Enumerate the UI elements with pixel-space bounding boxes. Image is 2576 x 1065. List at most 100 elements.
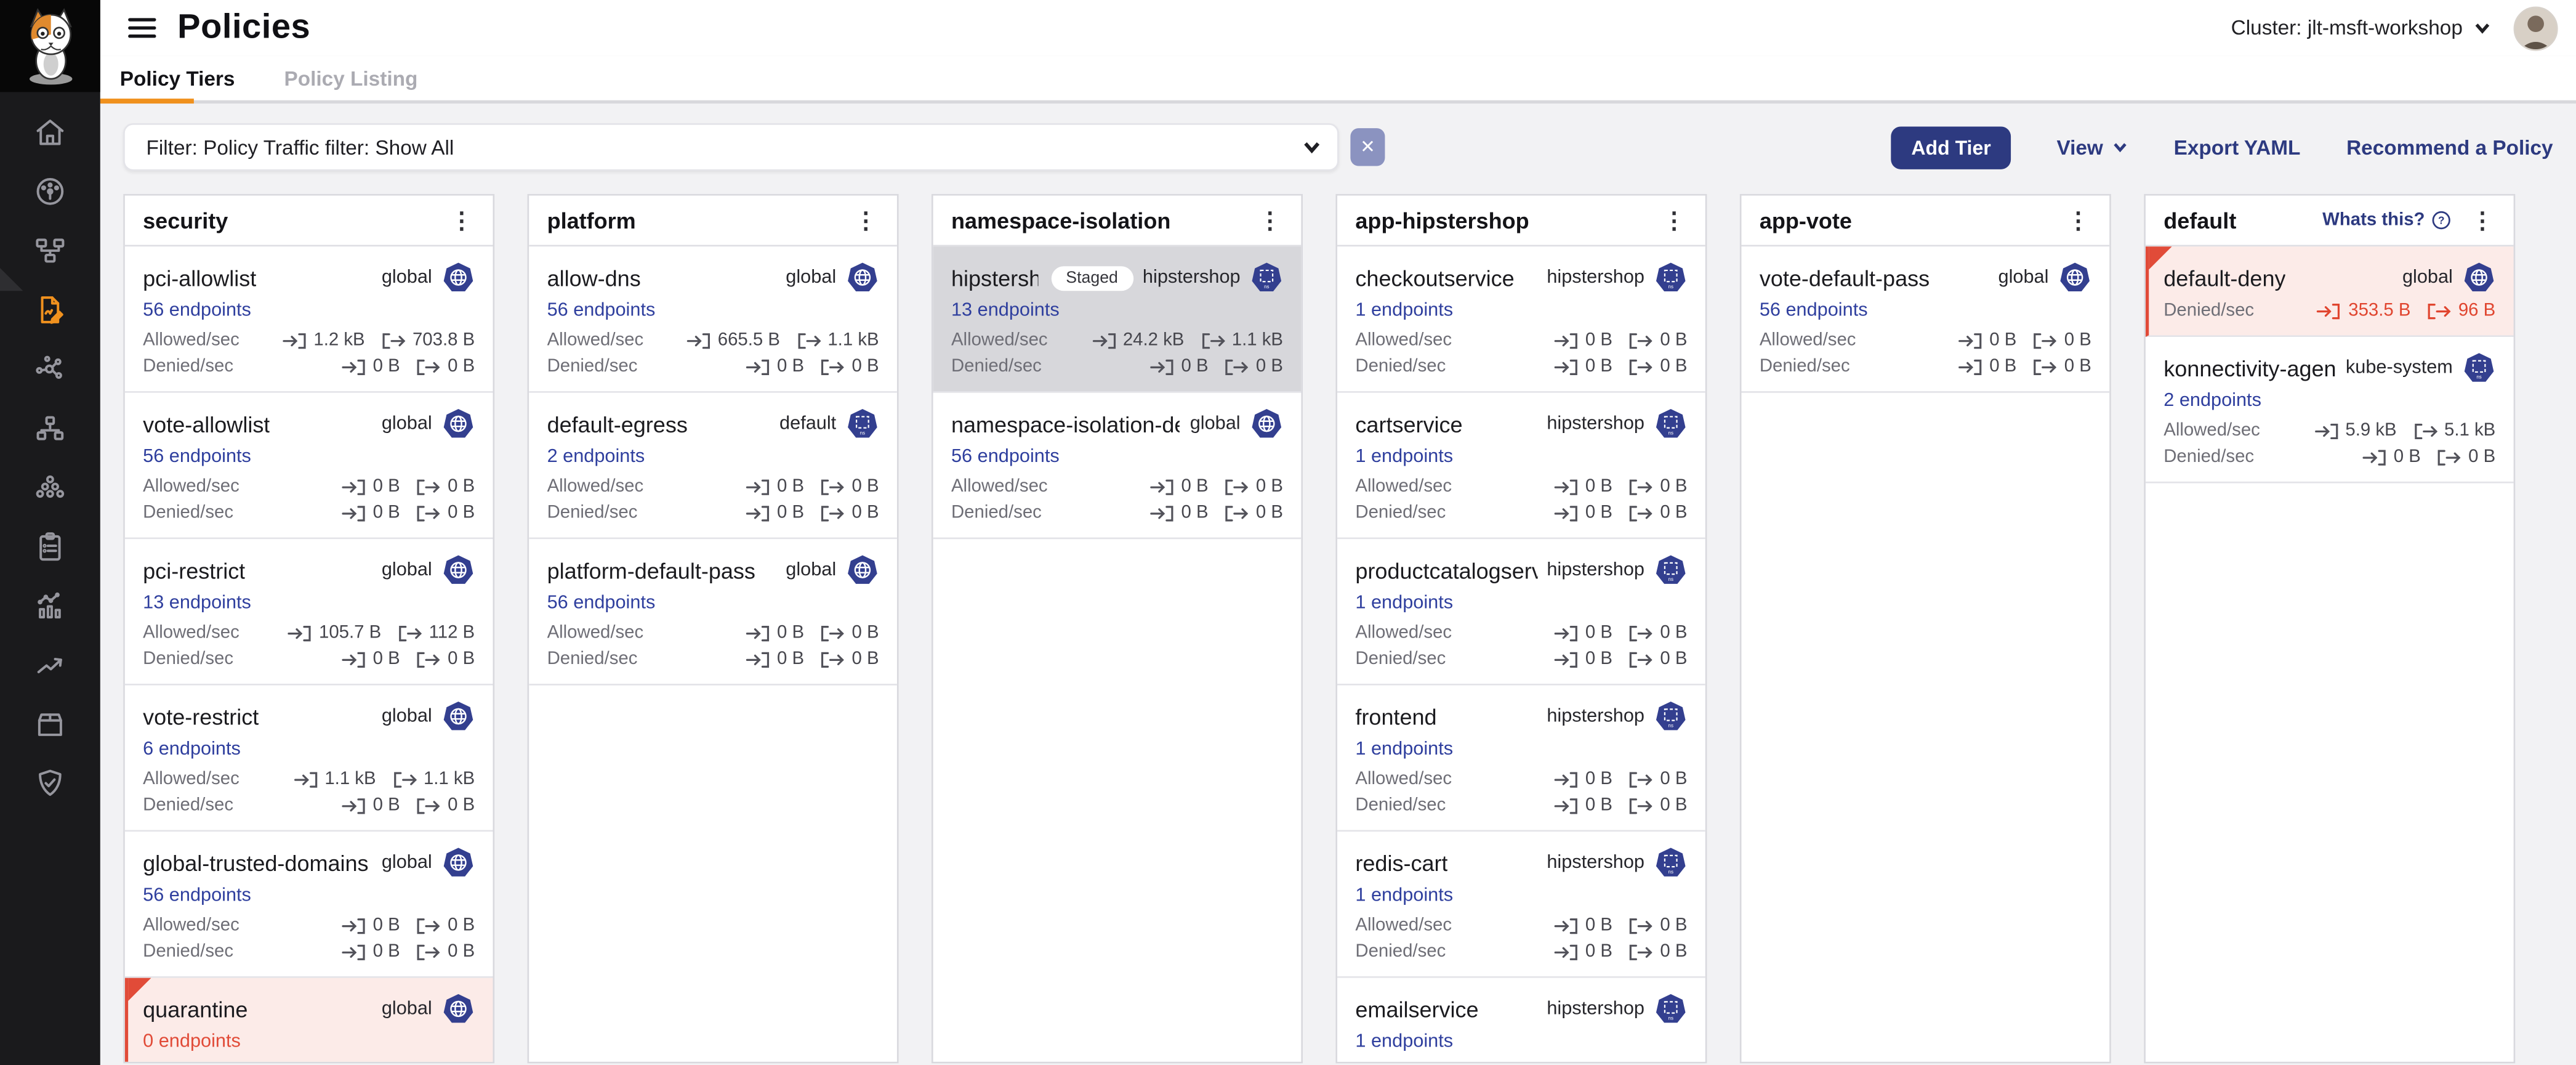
sidebar-item-policies[interactable] [0,280,100,339]
denied-value: 0 B [2468,447,2495,467]
policy-title-row: vote-allowlistglobal [143,408,475,440]
policy-card-quarantine[interactable]: quarantineglobal0 endpoints [125,978,493,1064]
endpoints-link[interactable]: 0 endpoints [143,1032,241,1052]
endpoints-link[interactable]: 56 endpoints [143,301,251,320]
allowed-value: 0 B [1585,1062,1612,1064]
sidebar-item-home[interactable] [0,102,100,161]
endpoints-link[interactable]: 1 endpoints [1355,301,1453,320]
allowed-ingress: 0 B [1554,623,1612,642]
ingress-icon [1554,624,1585,642]
endpoints-link[interactable]: 56 endpoints [951,447,1060,467]
policy-card-konnectivity-agent[interactable]: konnectivity-agentkube-systemns2 endpoin… [2146,337,2514,483]
allowed-label: Allowed/sec [951,330,1048,350]
endpoints-link[interactable]: 1 endpoints [1355,740,1453,759]
sidebar-item-dashboard-gauge[interactable] [0,161,100,220]
endpoints-link[interactable]: 13 endpoints [143,593,251,613]
policy-card-cartservice[interactable]: cartservicehipstershopns1 endpointsAllow… [1337,393,1705,539]
tier-menu-kebab-icon[interactable]: ⋮ [850,209,882,232]
endpoints-link[interactable]: 56 endpoints [1760,301,1868,320]
clear-filter-button[interactable]: ✕ [1350,128,1385,166]
policy-card-emailservice[interactable]: emailservicehipstershopns1 endpointsAllo… [1337,978,1705,1064]
sidebar-item-activity-stats[interactable] [0,575,100,634]
policy-traffic-filter[interactable]: Filter: Policy Traffic filter: Show All [123,123,1339,171]
denied-value: 0 B [852,357,879,376]
sidebar-item-service-graph[interactable] [0,339,100,398]
policy-card-global-trusted-domains[interactable]: global-trusted-domainsglobal56 endpoints… [125,832,493,978]
sidebar-item-trends-arrow[interactable] [0,634,100,694]
endpoints-link[interactable]: 56 endpoints [547,593,656,613]
endpoints-link[interactable]: 2 endpoints [2163,391,2261,411]
allowed-label: Allowed/sec [1355,623,1452,642]
policy-card-namespace-isolation-default-p[interactable]: namespace-isolation-default-p…global56 e… [933,393,1302,539]
calico-cat-logo[interactable] [0,0,100,92]
sidebar-item-packages-box[interactable] [0,694,100,753]
denied-ingress: 0 B [1554,503,1612,523]
denied-value: 0 B [852,503,879,523]
sidebar-item-flow-visualizations[interactable] [0,398,100,457]
denied-label: Denied/sec [951,503,1042,523]
policy-title-row: cartservicehipstershopns [1355,408,1687,440]
denied-value: 0 B [2394,447,2421,467]
endpoints-link[interactable]: 2 endpoints [547,447,645,467]
policy-card-vote-allowlist[interactable]: vote-allowlistglobal56 endpointsAllowed/… [125,393,493,539]
endpoints-link[interactable]: 1 endpoints [1355,886,1453,905]
policy-card-vote-default-pass[interactable]: vote-default-passglobal56 endpointsAllow… [1741,246,2109,392]
policy-card-platform-default-pass[interactable]: platform-default-passglobal56 endpointsA… [529,539,897,685]
allowed-value: 0 B [2064,330,2091,350]
sidebar-item-endpoints-cluster[interactable] [0,457,100,516]
ingress-icon [342,650,373,668]
svg-text:ns: ns [2476,375,2481,380]
endpoints-link[interactable]: 1 endpoints [1355,447,1453,467]
endpoints-link[interactable]: 1 endpoints [1355,593,1453,613]
endpoints-link[interactable]: 6 endpoints [143,740,241,759]
policy-card-checkoutservice[interactable]: checkoutservicehipstershopns1 endpointsA… [1337,246,1705,392]
egress-icon [392,770,424,788]
sidebar-item-compliance-clipboard[interactable] [0,516,100,575]
endpoints-link[interactable]: 1 endpoints [1355,1032,1453,1052]
denied-value: 0 B [448,942,475,962]
policy-scope-label: hipstershop [1133,268,1241,288]
tier-menu-kebab-icon[interactable]: ⋮ [1657,209,1690,232]
policy-card-pci-allowlist[interactable]: pci-allowlistglobal56 endpointsAllowed/s… [125,246,493,392]
policy-name: redis-cart [1355,851,1447,875]
policy-card-allow-dns[interactable]: allow-dnsglobal56 endpointsAllowed/sec66… [529,246,897,392]
tier-menu-kebab-icon[interactable]: ⋮ [445,209,478,232]
policy-card-vote-restrict[interactable]: vote-restrictglobal6 endpointsAllowed/se… [125,686,493,832]
endpoints-link[interactable]: 56 endpoints [547,301,656,320]
tier-header-namespace-isolation: namespace-isolation⋮ [933,196,1302,247]
endpoints-link[interactable]: 56 endpoints [143,447,251,467]
tier-menu-kebab-icon[interactable]: ⋮ [1254,209,1286,232]
allowed-label: Allowed/sec [1355,915,1452,935]
cluster-selector[interactable]: Cluster: jlt-msft-workshop [2231,17,2491,39]
sidebar-item-threat-defense-shield[interactable] [0,753,100,812]
tier-menu-kebab-icon[interactable]: ⋮ [2062,209,2095,232]
whats-this-link[interactable]: Whats this?? [2322,211,2451,230]
user-avatar[interactable] [2514,6,2558,50]
view-button[interactable]: View [2056,136,2127,158]
policy-card-hipstershop-gh[interactable]: hipstershop-gh…Stagedhipstershopns13 end… [933,246,1302,392]
add-tier-button[interactable]: Add Tier [1891,126,2010,168]
namespace-scope-icon: ns [2463,352,2495,384]
tab-policy-listing[interactable]: Policy Listing [281,56,421,100]
denied-egress: 0 B [2033,357,2091,376]
export-yaml-button[interactable]: Export YAML [2174,136,2301,158]
policy-card-pci-restrict[interactable]: pci-restrictglobal13 endpointsAllowed/se… [125,539,493,685]
recommend-policy-button[interactable]: Recommend a Policy [2346,136,2553,158]
hamburger-menu-icon[interactable] [128,17,156,39]
egress-icon [416,650,448,668]
tier-menu-kebab-icon[interactable]: ⋮ [2466,209,2498,232]
policy-card-default-deny[interactable]: default-denyglobalDenied/sec353.5 B96 B [2146,246,2514,337]
endpoints-link[interactable]: 56 endpoints [143,886,251,905]
policy-name: vote-allowlist [143,411,270,436]
tab-policy-tiers[interactable]: Policy Tiers [116,56,238,100]
policy-card-redis-cart[interactable]: redis-carthipstershopns1 endpointsAllowe… [1337,832,1705,978]
policy-card-default-egress[interactable]: default-egressdefaultns2 endpointsAllowe… [529,393,897,539]
policy-card-frontend[interactable]: frontendhipstershopns1 endpointsAllowed/… [1337,686,1705,832]
global-scope-icon [442,554,475,586]
tier-column-namespace-isolation: namespace-isolation⋮hipstershop-gh…Stage… [932,194,1303,1064]
denied-ingress: 0 B [1554,795,1612,815]
endpoints-link[interactable]: 13 endpoints [951,301,1060,320]
allowed-ingress: 0 B [1150,477,1209,496]
policy-card-productcatalogservice[interactable]: productcatalogservicehipstershopns1 endp… [1337,539,1705,685]
filter-label: Filter: Policy Traffic filter: Show All [146,136,454,158]
